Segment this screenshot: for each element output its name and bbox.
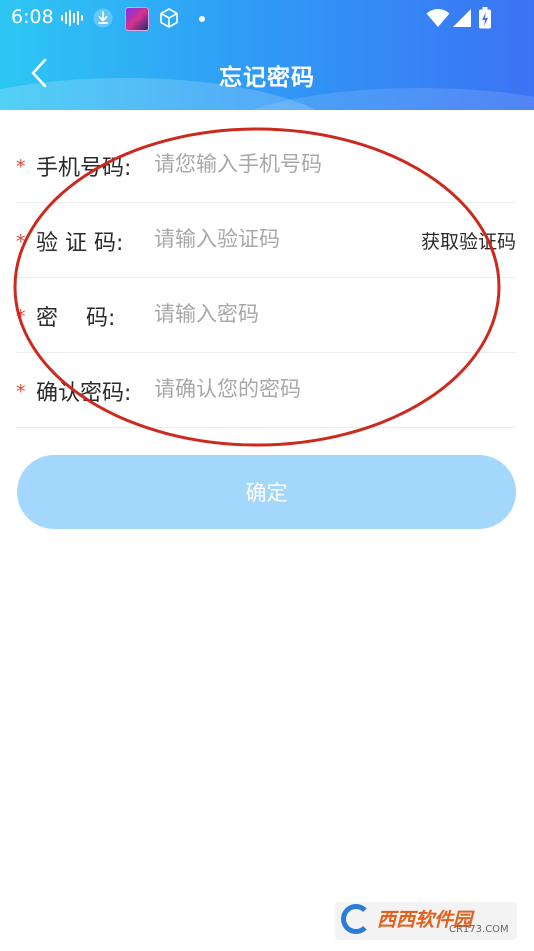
audio-wave-icon <box>60 6 84 30</box>
header: 6:08 忘记密码 <box>0 0 534 110</box>
required-mark: * <box>16 156 26 178</box>
status-bar: 6:08 <box>0 0 534 36</box>
get-code-button[interactable]: 获取验证码 <box>421 227 516 254</box>
password-input[interactable] <box>154 294 394 334</box>
confirm-button[interactable]: 确定 <box>17 455 516 529</box>
wifi-icon <box>426 6 450 30</box>
watermark-c-icon <box>341 904 371 934</box>
verification-code-row: * 验 证 码: 获取验证码 <box>16 203 516 278</box>
confirm-password-row: * 确认密码: <box>16 353 516 428</box>
notification-dot <box>199 16 205 22</box>
verification-code-input[interactable] <box>154 219 394 259</box>
confirm-password-label: 确认密码: <box>36 381 132 406</box>
page-title: 忘记密码 <box>219 65 315 91</box>
status-time: 6:08 <box>11 6 54 28</box>
password-row: * 密 码: <box>16 278 516 353</box>
password-label: 密 码: <box>36 306 116 331</box>
phone-row: * 手机号码: <box>16 128 516 203</box>
app-notification-icon <box>125 7 149 31</box>
signal-icon <box>452 6 472 30</box>
verification-code-label: 验 证 码: <box>36 231 124 256</box>
battery-charging-icon <box>478 6 492 30</box>
phone-input[interactable] <box>154 144 394 184</box>
download-icon <box>93 6 113 30</box>
required-mark: * <box>16 231 26 253</box>
required-mark: * <box>16 306 26 328</box>
required-mark: * <box>16 381 26 403</box>
watermark-subtext: CR173.COM <box>449 924 509 935</box>
confirm-password-input[interactable] <box>154 369 394 409</box>
forgot-password-form: * 手机号码: * 验 证 码: 获取验证码 * 密 码: * 确认密码: <box>16 128 516 428</box>
cube-icon <box>158 6 180 30</box>
watermark-logo: 西西软件园 CR173.COM <box>335 902 517 940</box>
phone-label: 手机号码: <box>36 156 132 181</box>
